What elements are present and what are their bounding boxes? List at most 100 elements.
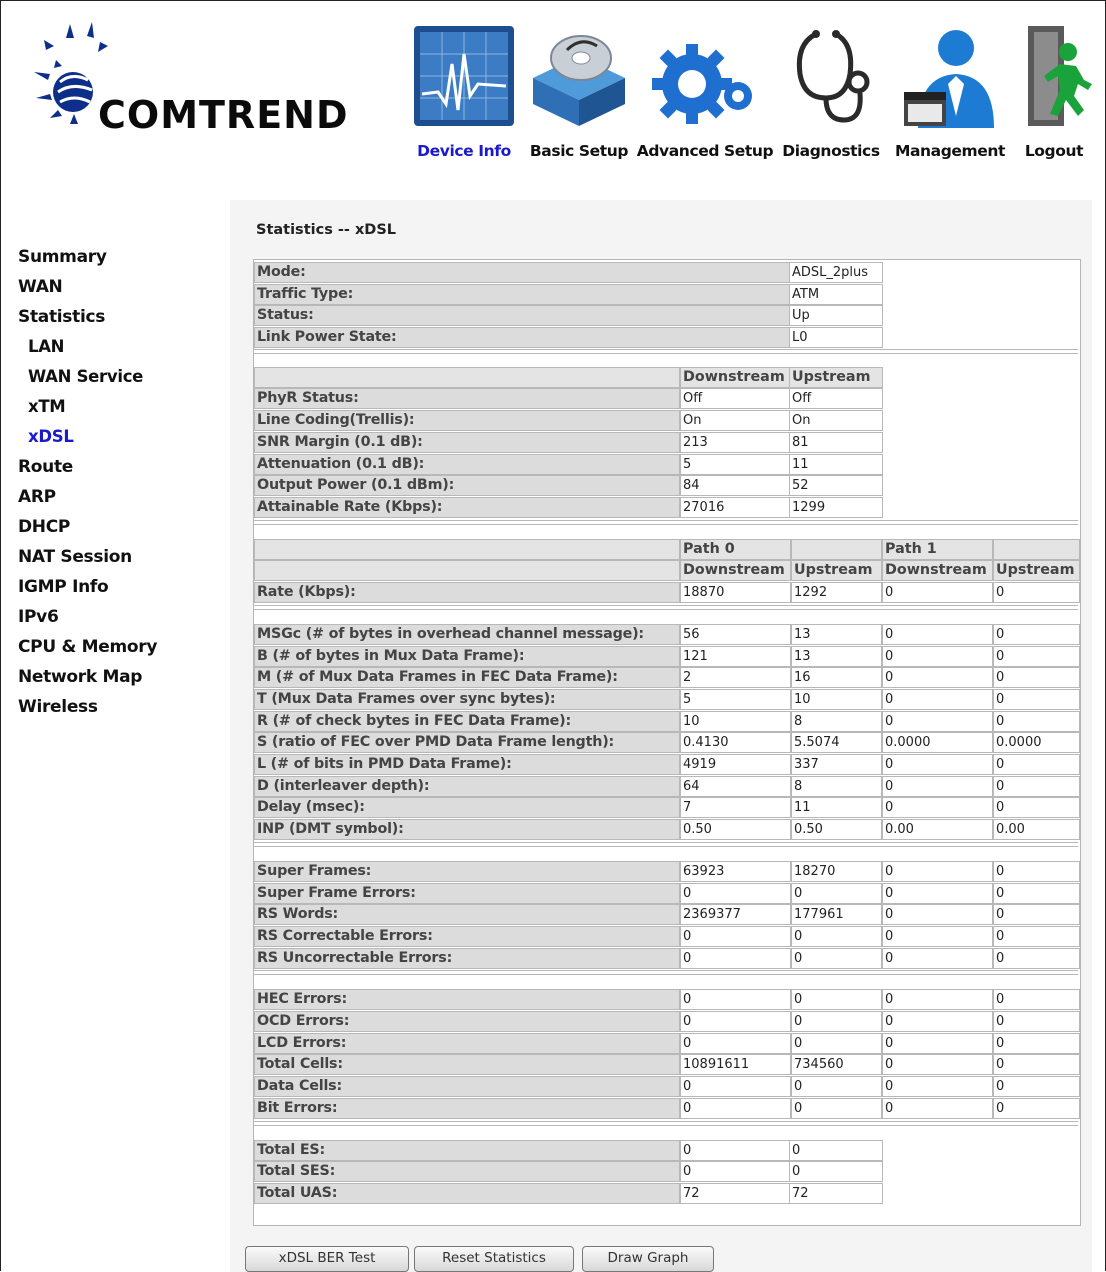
table-separator — [254, 520, 1078, 525]
stat-value: 63923 — [680, 861, 791, 882]
stat-value: 4919 — [680, 754, 791, 775]
table-row: RS Words: 2369377 177961 0 0 — [254, 904, 1080, 925]
sidebar-item-xtm[interactable]: xTM — [18, 392, 228, 422]
sidebar-item-route[interactable]: Route — [18, 452, 228, 482]
stat-value: 0 — [993, 711, 1080, 732]
downstream-value: On — [680, 410, 791, 431]
draw-graph-button[interactable]: Draw Graph — [582, 1246, 714, 1272]
stat-label: M (# of Mux Data Frames in FEC Data Fram… — [254, 667, 680, 688]
stat-value: 0 — [882, 948, 993, 969]
stat-value: 177961 — [791, 904, 882, 925]
stat-label: B (# of bytes in Mux Data Frame): — [254, 646, 680, 667]
stat-value: 64 — [680, 776, 791, 797]
stat-value: 0 — [882, 667, 993, 688]
stat-label: Line Coding(Trellis): — [254, 410, 680, 431]
stat-value: 13 — [791, 646, 882, 667]
stat-value: 72 — [680, 1183, 791, 1204]
sidebar-menu: Summary WAN Statistics LAN WAN Service x… — [18, 242, 228, 722]
stat-label: RS Uncorrectable Errors: — [254, 948, 680, 969]
sidebar-item-statistics[interactable]: Statistics — [18, 302, 228, 332]
header-blank — [254, 367, 680, 388]
sidebar-item-arp[interactable]: ARP — [18, 482, 228, 512]
reset-statistics-button[interactable]: Reset Statistics — [414, 1246, 574, 1272]
stat-label: Total Cells: — [254, 1054, 680, 1075]
device-info-icon — [414, 26, 514, 126]
table-row: OCD Errors: 0 0 0 0 — [254, 1011, 1080, 1032]
upstream-value: Off — [789, 388, 883, 409]
stat-value: 8 — [791, 711, 882, 732]
downstream-header: Downstream — [680, 560, 791, 581]
sidebar-item-xdsl[interactable]: xDSL — [18, 422, 228, 452]
stat-value: 0 — [882, 754, 993, 775]
nav-diagnostics[interactable]: Diagnostics — [776, 18, 886, 160]
upstream-header: Upstream — [791, 560, 882, 581]
stat-value: 0 — [882, 904, 993, 925]
stat-value: 0 — [680, 926, 791, 947]
stat-value: 0 — [680, 1140, 791, 1161]
table-row: Super Frame Errors: 0 0 0 0 — [254, 883, 1080, 904]
stat-value: 8 — [791, 776, 882, 797]
stat-value: 0 — [791, 948, 882, 969]
sidebar-item-network-map[interactable]: Network Map — [18, 662, 228, 692]
stat-value: 0 — [882, 1098, 993, 1119]
stat-value: 0 — [993, 776, 1080, 797]
nav-label: Device Info — [417, 142, 511, 160]
header-blank — [254, 560, 680, 581]
table-row: RS Correctable Errors: 0 0 0 0 — [254, 926, 1080, 947]
stat-value: 0 — [882, 1011, 993, 1032]
stat-label: HEC Errors: — [254, 989, 680, 1010]
stat-value: 0 — [993, 754, 1080, 775]
stat-value: 0 — [680, 948, 791, 969]
table-row: INP (DMT symbol): 0.50 0.50 0.00 0.00 — [254, 819, 1080, 840]
stat-label: T (Mux Data Frames over sync bytes): — [254, 689, 680, 710]
stat-value: 72 — [789, 1183, 883, 1204]
nav-label: Logout — [1024, 142, 1084, 160]
sidebar-item-wan[interactable]: WAN — [18, 272, 228, 302]
sidebar-item-igmp-info[interactable]: IGMP Info — [18, 572, 228, 602]
stat-value: 5.5074 — [791, 732, 882, 753]
stat-value: 0 — [680, 1033, 791, 1054]
stat-value: 0 — [882, 883, 993, 904]
sidebar-item-wireless[interactable]: Wireless — [18, 692, 228, 722]
nav-basic-setup[interactable]: Basic Setup — [524, 18, 634, 160]
table-row: Attenuation (0.1 dB): 5 11 — [254, 454, 1078, 475]
sidebar-item-wan-service[interactable]: WAN Service — [18, 362, 228, 392]
sidebar-item-nat-session[interactable]: NAT Session — [18, 542, 228, 572]
stat-value: L0 — [789, 327, 883, 348]
nav-management[interactable]: Management — [886, 18, 1014, 160]
table-header-row: Path 0 Path 1 — [254, 539, 1080, 560]
stat-label: Super Frame Errors: — [254, 883, 680, 904]
diagnostics-icon — [796, 30, 870, 123]
stat-label: D (interleaver depth): — [254, 776, 680, 797]
stat-value: 0 — [680, 1011, 791, 1032]
sidebar-item-lan[interactable]: LAN — [18, 332, 228, 362]
table-separator — [254, 1121, 1078, 1126]
table-row: Output Power (0.1 dBm): 84 52 — [254, 475, 1078, 496]
stat-value: 10891611 — [680, 1054, 791, 1075]
sidebar-item-ipv6[interactable]: IPv6 — [18, 602, 228, 632]
stat-value: 0 — [680, 1098, 791, 1119]
stat-label: Status: — [254, 305, 791, 326]
sidebar-item-dhcp[interactable]: DHCP — [18, 512, 228, 542]
nav-logout[interactable]: Logout — [1014, 18, 1094, 160]
downstream-value: Off — [680, 388, 791, 409]
stat-label: RS Correctable Errors: — [254, 926, 680, 947]
sidebar-item-cpu-memory[interactable]: CPU & Memory — [18, 632, 228, 662]
sidebar-item-summary[interactable]: Summary — [18, 242, 228, 272]
stat-value: 13 — [791, 624, 882, 645]
advanced-setup-icon — [652, 44, 752, 124]
nav-advanced-setup[interactable]: Advanced Setup — [634, 18, 776, 160]
stat-label: Bit Errors: — [254, 1098, 680, 1119]
xdsl-ber-test-button[interactable]: xDSL BER Test — [245, 1246, 409, 1272]
table-row: Data Cells: 0 0 0 0 — [254, 1076, 1080, 1097]
stat-value: 0 — [993, 624, 1080, 645]
nav-device-info[interactable]: Device Info — [404, 18, 524, 160]
stat-value: 2 — [680, 667, 791, 688]
stat-value: 0 — [789, 1140, 883, 1161]
table-separator — [254, 842, 1078, 847]
stat-label: Traffic Type: — [254, 284, 791, 305]
table-separator — [254, 349, 1078, 354]
stat-label: Attenuation (0.1 dB): — [254, 454, 680, 475]
page-title: Statistics -- xDSL — [256, 222, 397, 238]
table-header-row: Downstream Upstream — [254, 367, 1078, 388]
